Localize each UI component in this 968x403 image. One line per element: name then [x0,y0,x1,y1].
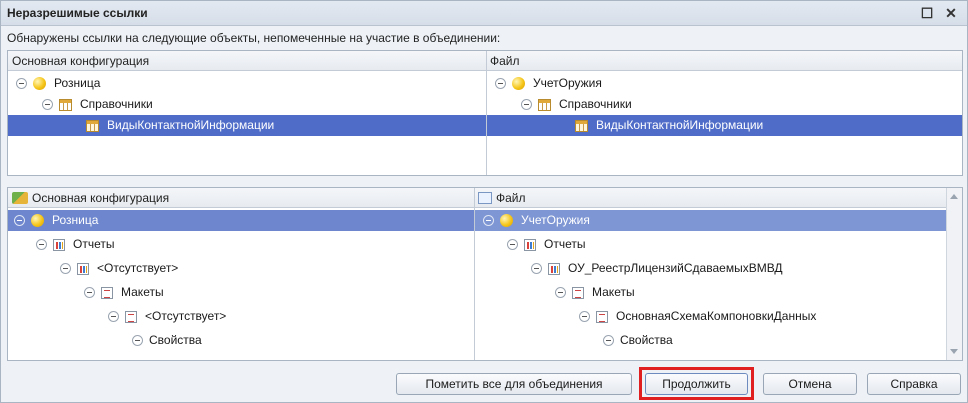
tree-row-label: Свойства [620,333,673,347]
tree-row[interactable]: Свойства [8,330,474,351]
tree-row-selected[interactable]: УчетОружия [475,210,947,231]
tree-row[interactable]: <Отсутствует> [8,306,474,327]
bottom-right-header: Файл [474,188,947,208]
collapse-icon[interactable] [14,215,25,226]
tree-row-label: ВидыКонтактнойИнформации [596,118,764,132]
collapse-icon[interactable] [108,311,119,322]
catalog-icon [538,98,551,111]
report-icon [548,262,560,275]
mark-all-button[interactable]: Пометить все для объединения [396,373,632,395]
collapse-icon[interactable] [555,287,566,298]
ball-icon [33,77,46,90]
vertical-scrollbar[interactable] [946,188,962,360]
scroll-down-icon[interactable] [950,349,958,354]
tree-row[interactable]: Справочники [487,94,962,115]
tree-row-label: Макеты [592,285,635,299]
help-button[interactable]: Справка [867,373,961,395]
ball-icon [500,214,513,227]
tree-row-label: Отчеты [73,237,115,251]
collapse-icon[interactable] [36,239,47,250]
collapse-icon[interactable] [603,335,614,346]
collapse-icon[interactable] [132,335,143,346]
collapse-icon[interactable] [60,263,71,274]
configuration-icon [12,191,28,204]
template-icon [101,286,113,299]
ball-icon [31,214,44,227]
template-icon [596,310,608,323]
tree-row-label: Розница [52,213,99,227]
catalog-icon [86,119,99,132]
tree-row-selected[interactable]: ВидыКонтактнойИнформации [8,115,486,136]
cancel-button[interactable]: Отмена [763,373,857,395]
bottom-right-header-label: Файл [496,190,526,205]
catalog-icon [59,98,72,111]
collapse-icon[interactable] [531,263,542,274]
tree-row-label: УчетОружия [533,76,602,90]
tree-row[interactable]: УчетОружия [487,73,962,94]
tree-row-label: <Отсутствует> [145,309,227,323]
tree-row-label: Справочники [80,97,153,111]
unresolved-links-dialog: Неразрешимые ссылки ☐ ✕ Обнаружены ссылк… [0,0,968,403]
tree-row-label: <Отсутствует> [97,261,179,275]
tree-row-label: Макеты [121,285,164,299]
collapse-icon[interactable] [495,78,506,89]
collapse-icon[interactable] [507,239,518,250]
tree-row-selected[interactable]: ВидыКонтактнойИнформации [487,115,962,136]
tree-row[interactable]: Отчеты [475,234,947,255]
tree-row-label: ОУ_РеестрЛицензийСдаваемыхВМВД [568,261,783,275]
top-left-header-label: Основная конфигурация [12,53,150,68]
tree-row[interactable]: Отчеты [8,234,474,255]
close-icon[interactable]: ✕ [943,5,959,21]
tree-row[interactable]: Розница [8,73,486,94]
tree-row-selected[interactable]: Розница [8,210,474,231]
tree-row[interactable]: Макеты [8,282,474,303]
bottom-left-header: Основная конфигурация [8,188,474,208]
tree-row[interactable]: ОсновнаяСхемаКомпоновкиДанных [475,306,947,327]
tree-row[interactable]: Справочники [8,94,486,115]
collapse-icon[interactable] [84,287,95,298]
report-icon [53,238,65,251]
bottom-tree-panel[interactable]: Основная конфигурация Файл Розница Отчет… [7,187,963,361]
maximize-icon[interactable]: ☐ [919,5,935,21]
top-tree-panel[interactable]: Основная конфигурация Файл Розница Справ… [7,50,963,176]
collapse-icon[interactable] [521,99,532,110]
collapse-icon[interactable] [16,78,27,89]
template-icon [125,310,137,323]
bottom-left-header-label: Основная конфигурация [32,190,170,205]
caption-text: Обнаружены ссылки на следующие объекты, … [7,31,501,45]
title-bar: Неразрешимые ссылки ☐ ✕ [1,1,967,26]
tree-row-label: Отчеты [544,237,586,251]
template-icon [572,286,584,299]
collapse-icon[interactable] [483,215,494,226]
top-right-header-label: Файл [490,53,520,68]
tree-row-label: ОсновнаяСхемаКомпоновкиДанных [616,309,817,323]
tree-row[interactable]: ОУ_РеестрЛицензийСдаваемыхВМВД [475,258,947,279]
scroll-up-icon[interactable] [950,194,958,199]
tree-row-label: Розница [54,76,101,90]
file-icon [478,191,492,204]
window-title: Неразрешимые ссылки [7,6,148,20]
ball-icon [512,77,525,90]
top-left-header: Основная конфигурация [8,51,486,71]
tree-row[interactable]: Макеты [475,282,947,303]
collapse-icon[interactable] [42,99,53,110]
tree-row-label: ВидыКонтактнойИнформации [107,118,275,132]
highlight-frame [639,367,754,400]
tree-row-label: Справочники [559,97,632,111]
tree-row-label: УчетОружия [521,213,590,227]
report-icon [524,238,536,251]
report-icon [77,262,89,275]
top-right-header: Файл [486,51,962,71]
tree-row[interactable]: Свойства [475,330,947,351]
tree-row-label: Свойства [149,333,202,347]
collapse-icon[interactable] [579,311,590,322]
catalog-icon [575,119,588,132]
tree-row[interactable]: <Отсутствует> [8,258,474,279]
